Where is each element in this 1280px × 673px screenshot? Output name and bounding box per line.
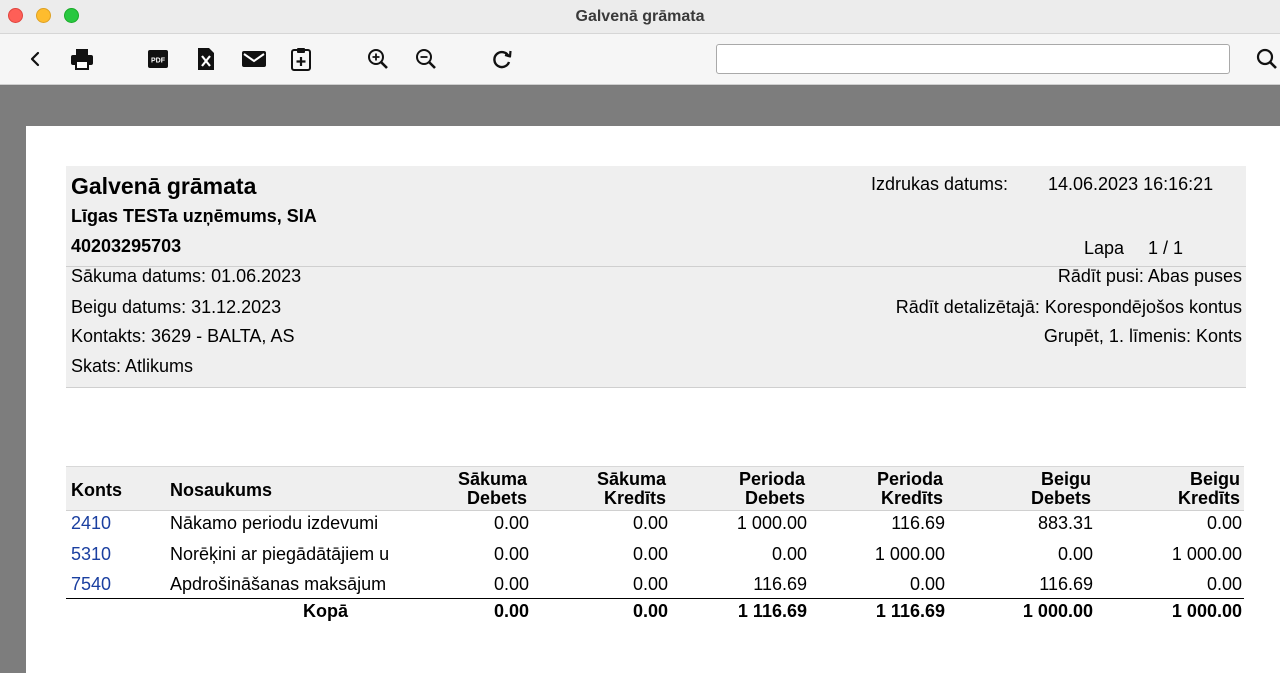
- registration-number: 40203295703: [71, 236, 182, 256]
- excel-export-button[interactable]: [193, 46, 219, 72]
- mail-icon: [242, 51, 266, 67]
- total-end-credit: 1 000.00: [1171, 601, 1242, 621]
- company-name: Līgas TESTa uzņēmums, SIA: [71, 206, 317, 226]
- end-date: Beigu datums: 31.12.2023: [71, 297, 282, 317]
- end-debit-cell: 116.69: [1039, 574, 1093, 594]
- total-period-debit: 1 116.69: [737, 601, 807, 621]
- contact: Kontakts: 3629 - BALTA, AS: [71, 326, 295, 346]
- account-name: Norēķini ar piegādātājiem u: [170, 544, 390, 564]
- report-header: Galvenā grāmata Līgas TESTa uzņēmums, SI…: [66, 166, 1246, 388]
- grouping: Grupēt, 1. līmenis: Konts: [1043, 326, 1242, 346]
- column-end-debit-l1: Beigu: [1040, 469, 1091, 489]
- end-credit-cell: 0.00: [1206, 513, 1242, 533]
- page-number: 1 / 1: [1148, 238, 1184, 258]
- print-icon: [71, 49, 93, 70]
- column-end-credit-l1: Beigu: [1189, 469, 1240, 489]
- column-period-credit-l1: Perioda: [876, 469, 943, 489]
- print-date-label: Izdrukas datums:: [871, 174, 1009, 194]
- view-mode: Skats: Atlikums: [71, 356, 194, 376]
- period-credit-cell: 0.00: [909, 574, 945, 594]
- column-start-credit-l2: Kredīts: [603, 488, 666, 508]
- print-button[interactable]: [69, 46, 95, 72]
- email-button[interactable]: [241, 46, 267, 72]
- search-icon: [1256, 48, 1277, 69]
- document-viewer[interactable]: Galvenā grāmata Līgas TESTa uzņēmums, SI…: [0, 86, 1280, 673]
- excel-icon: [198, 48, 214, 70]
- pdf-icon: PDF: [148, 50, 168, 68]
- total-period-credit: 1 116.69: [875, 601, 945, 621]
- column-account: Konts: [71, 480, 122, 500]
- zoom-in-icon: [368, 49, 388, 69]
- refresh-icon: [493, 50, 512, 69]
- zoom-in-button[interactable]: [365, 46, 391, 72]
- print-date-value: 14.06.2023 16:16:21: [1048, 174, 1214, 194]
- total-divider: [66, 598, 1244, 599]
- start-date: Sākuma datums: 01.06.2023: [71, 266, 302, 286]
- start-credit-cell: 0.00: [632, 544, 668, 564]
- pdf-button[interactable]: PDF: [145, 46, 171, 72]
- start-credit-cell: 0.00: [632, 513, 668, 533]
- period-debit-cell: 116.69: [753, 574, 807, 594]
- page-label: Lapa: [1084, 238, 1125, 258]
- start-credit-cell: 0.00: [632, 574, 668, 594]
- account-link[interactable]: 2410: [71, 512, 111, 534]
- column-name: Nosaukums: [170, 480, 273, 500]
- total-end-debit: 1 000.00: [1022, 601, 1093, 621]
- end-debit-cell: 0.00: [1057, 544, 1093, 564]
- period-credit-cell: 1 000.00: [874, 544, 945, 564]
- end-credit-cell: 0.00: [1206, 574, 1242, 594]
- column-period-debit-l2: Debets: [744, 488, 805, 508]
- column-period-debit-l1: Perioda: [738, 469, 805, 489]
- period-credit-cell: 116.69: [891, 513, 945, 533]
- table-header: Konts Nosaukums Sākuma Debets Sākuma Kre…: [66, 466, 1244, 511]
- refresh-button[interactable]: [489, 46, 515, 72]
- zoom-out-icon: [416, 49, 436, 69]
- column-start-credit-l1: Sākuma: [596, 469, 666, 489]
- column-end-credit-l2: Kredīts: [1177, 488, 1240, 508]
- total-label: Kopā: [303, 601, 348, 621]
- period-debit-cell: 1 000.00: [736, 513, 807, 533]
- window-title: Galvenā grāmata: [575, 8, 705, 25]
- zoom-out-button[interactable]: [413, 46, 439, 72]
- start-debit-cell: 0.00: [493, 544, 529, 564]
- search-input[interactable]: [716, 44, 1230, 74]
- end-debit-cell: 883.31: [1037, 513, 1093, 533]
- account-link[interactable]: 7540: [71, 573, 111, 595]
- start-debit-cell: 0.00: [493, 574, 529, 594]
- show-side: Rādīt pusi: Abas puses: [1057, 266, 1242, 286]
- account-name: Nākamo periodu izdevumi: [170, 513, 379, 533]
- back-button[interactable]: [22, 46, 48, 72]
- toolbar: PDF: [0, 34, 1280, 85]
- clipboard-add-button[interactable]: [288, 46, 314, 72]
- report-page: Galvenā grāmata Līgas TESTa uzņēmums, SI…: [26, 126, 1280, 673]
- pdf-icon-label: PDF: [151, 58, 166, 65]
- chevron-left-icon: [30, 51, 40, 67]
- total-start-debit: 0.00: [493, 601, 529, 621]
- title-bar: Galvenā grāmata: [0, 0, 1280, 34]
- column-end-debit-l2: Debets: [1030, 488, 1091, 508]
- search-button[interactable]: [1254, 46, 1280, 72]
- column-start-debit-l2: Debets: [466, 488, 527, 508]
- end-credit-cell: 1 000.00: [1171, 544, 1242, 564]
- total-start-credit: 0.00: [632, 601, 668, 621]
- start-debit-cell: 0.00: [493, 513, 529, 533]
- period-debit-cell: 0.00: [771, 544, 807, 564]
- account-link[interactable]: 5310: [71, 543, 111, 565]
- show-detail: Rādīt detalizētajā: Korespondējošos kont…: [895, 297, 1242, 317]
- column-period-credit-l2: Kredīts: [880, 488, 943, 508]
- column-start-debit-l1: Sākuma: [457, 469, 527, 489]
- clipboard-add-icon: [291, 48, 311, 71]
- report-title: Galvenā grāmata: [71, 173, 257, 199]
- account-name: Apdrošināšanas maksājum: [170, 574, 387, 594]
